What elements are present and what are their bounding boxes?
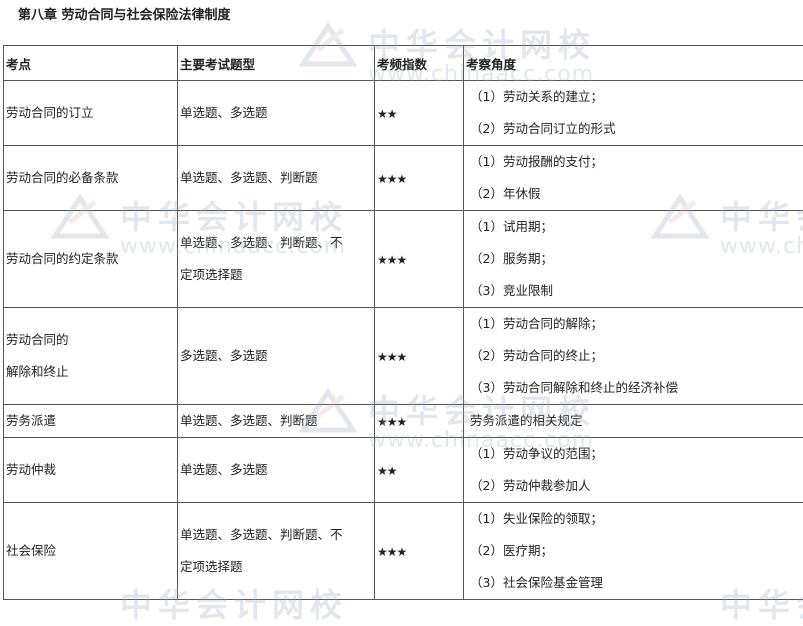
question-types-cell: 多选题、多选题 — [178, 308, 375, 405]
table-header-row: 考点 主要考试题型 考频指数 考察角度 — [4, 46, 803, 81]
aspects-cell-line: （1）劳动合同的解除； — [466, 308, 803, 340]
aspects-cell: （1）劳动合同的解除；（2）劳动合同的终止；（3）劳动合同解除和终止的经济补偿 — [464, 308, 803, 405]
topic-cell-line: 劳动合同的约定条款 — [6, 243, 177, 275]
topic-cell: 劳动合同的订立 — [4, 81, 178, 146]
question-types-cell-line: 单选题、多选题 — [180, 454, 374, 486]
exam-topics-table: 考点 主要考试题型 考频指数 考察角度 劳动合同的订立单选题、多选题★★（1）劳… — [3, 45, 803, 600]
table-row: 劳动合同的必备条款单选题、多选题、判断题★★★ （1）劳动报酬的支付；（2）年休假 — [4, 146, 803, 211]
aspects-cell: （1）劳动关系的建立；（2）劳动合同订立的形式 — [464, 81, 803, 146]
topic-cell-line: 劳动合同的订立 — [6, 97, 177, 129]
table-row: 劳动合同的解除和终止多选题、多选题★★★ （1）劳动合同的解除；（2）劳动合同的终… — [4, 308, 803, 405]
aspects-cell-line: （3）社会保险基金管理 — [466, 567, 803, 599]
frequency-stars: ★★★ — [377, 350, 406, 364]
aspects-cell-line: （1）试用期； — [466, 211, 803, 243]
topic-cell: 劳务派遣 — [4, 405, 178, 438]
page-title: 第八章 劳动合同与社会保险法律制度 — [18, 4, 231, 23]
aspects-cell: （1）试用期；（2）服务期；（3）竞业限制 — [464, 211, 803, 308]
frequency-stars: ★★ — [377, 107, 397, 121]
topic-cell-line: 劳动合同的 — [6, 324, 177, 356]
topic-cell: 社会保险 — [4, 503, 178, 600]
question-types-cell: 单选题、多选题 — [178, 81, 375, 146]
topic-cell: 劳动合同的约定条款 — [4, 211, 178, 308]
frequency-cell: ★★★ — [375, 146, 464, 211]
frequency-cell: ★★★ — [375, 211, 464, 308]
frequency-stars: ★★★ — [377, 415, 406, 429]
table-row: 劳务派遣单选题、多选题、判断题★★★ 劳务派遣的相关规定 — [4, 405, 803, 438]
aspects-cell-line: （1）失业保险的领取； — [466, 503, 803, 535]
aspects-cell-line: （2）年休假 — [466, 178, 803, 210]
question-types-cell-line: 单选题、多选题、判断题、不 — [180, 519, 374, 551]
header-frequency: 考频指数 — [375, 46, 464, 81]
frequency-cell: ★★★ — [375, 308, 464, 405]
aspects-cell-line: （2）劳动仲裁参加人 — [466, 470, 803, 502]
aspects-cell-line: （3）劳动合同解除和终止的经济补偿 — [466, 372, 803, 404]
frequency-stars: ★★★ — [377, 253, 406, 267]
header-question-types: 主要考试题型 — [178, 46, 375, 81]
aspects-cell-line: （2）医疗期； — [466, 535, 803, 567]
question-types-cell: 单选题、多选题、判断题、不定项选择题 — [178, 211, 375, 308]
frequency-cell: ★★ — [375, 81, 464, 146]
aspects-cell-line: （2）服务期； — [466, 243, 803, 275]
topic-cell-line: 劳务派遣 — [6, 405, 177, 437]
frequency-cell: ★★★ — [375, 503, 464, 600]
question-types-cell-line: 定项选择题 — [180, 551, 374, 583]
topic-cell-line: 劳动仲裁 — [6, 454, 177, 486]
frequency-cell: ★★★ — [375, 405, 464, 438]
frequency-stars: ★★★ — [377, 545, 406, 559]
topic-cell-line: 社会保险 — [6, 535, 177, 567]
header-topic: 考点 — [4, 46, 178, 81]
topic-cell: 劳动合同的必备条款 — [4, 146, 178, 211]
aspects-cell: 劳务派遣的相关规定 — [464, 405, 803, 438]
question-types-cell: 单选题、多选题、判断题、不定项选择题 — [178, 503, 375, 600]
topic-cell: 劳动合同的解除和终止 — [4, 308, 178, 405]
question-types-cell-line: 单选题、多选题、判断题、不 — [180, 227, 374, 259]
topic-cell: 劳动仲裁 — [4, 438, 178, 503]
question-types-cell-line: 单选题、多选题 — [180, 97, 374, 129]
question-types-cell-line: 多选题、多选题 — [180, 340, 374, 372]
aspects-cell-line: （1）劳动报酬的支付； — [466, 146, 803, 178]
aspects-cell: （1）劳动争议的范围；（2）劳动仲裁参加人 — [464, 438, 803, 503]
question-types-cell-line: 单选题、多选题、判断题 — [180, 405, 374, 437]
frequency-stars: ★★ — [377, 464, 397, 478]
question-types-cell-line: 定项选择题 — [180, 259, 374, 291]
question-types-cell: 单选题、多选题、判断题 — [178, 146, 375, 211]
topic-cell-line: 解除和终止 — [6, 356, 177, 388]
aspects-cell-line: （2）劳动合同订立的形式 — [466, 113, 803, 145]
frequency-stars: ★★★ — [377, 172, 406, 186]
aspects-cell-line: （3）竞业限制 — [466, 275, 803, 307]
aspects-cell-line: 劳务派遣的相关规定 — [466, 405, 803, 437]
frequency-cell: ★★ — [375, 438, 464, 503]
question-types-cell: 单选题、多选题 — [178, 438, 375, 503]
table-row: 劳动仲裁单选题、多选题★★ （1）劳动争议的范围；（2）劳动仲裁参加人 — [4, 438, 803, 503]
topic-cell-line: 劳动合同的必备条款 — [6, 162, 177, 194]
header-aspects: 考察角度 — [464, 46, 803, 81]
aspects-cell: （1）失业保险的领取；（2）医疗期；（3）社会保险基金管理 — [464, 503, 803, 600]
table-row: 社会保险单选题、多选题、判断题、不定项选择题★★★ （1）失业保险的领取；（2）医… — [4, 503, 803, 600]
aspects-cell-line: （1）劳动关系的建立； — [466, 81, 803, 113]
question-types-cell: 单选题、多选题、判断题 — [178, 405, 375, 438]
table-row: 劳动合同的约定条款单选题、多选题、判断题、不定项选择题★★★ （1）试用期；（2）… — [4, 211, 803, 308]
question-types-cell-line: 单选题、多选题、判断题 — [180, 162, 374, 194]
aspects-cell: （1）劳动报酬的支付；（2）年休假 — [464, 146, 803, 211]
aspects-cell-line: （1）劳动争议的范围； — [466, 438, 803, 470]
aspects-cell-line: （2）劳动合同的终止； — [466, 340, 803, 372]
table-row: 劳动合同的订立单选题、多选题★★ （1）劳动关系的建立；（2）劳动合同订立的形式 — [4, 81, 803, 146]
